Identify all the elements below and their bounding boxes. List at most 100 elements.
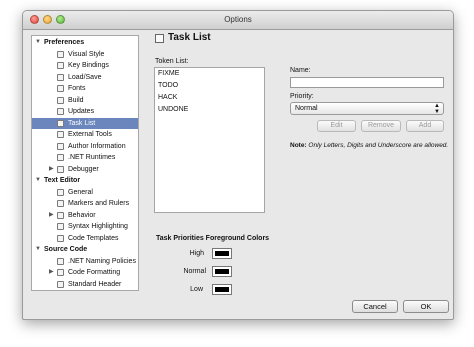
note-text: Note: Only Letters, Digits and Underscor…	[290, 142, 448, 149]
tree-row-label: Preferences	[44, 39, 85, 46]
author-information-icon	[57, 142, 64, 150]
panel-title: Task List	[168, 32, 211, 43]
cancel-button[interactable]: Cancel	[352, 300, 398, 313]
tree-item-updates[interactable]: Updates	[32, 106, 138, 117]
tree-row-label: .NET Naming Policies	[68, 257, 136, 265]
tree-row-label: Standard Header	[68, 280, 122, 288]
syntax-highlighting-icon	[57, 223, 64, 230]
tree-item-task-list[interactable]: Task List	[32, 117, 138, 129]
updates-icon	[57, 108, 64, 115]
tree-item-author-information[interactable]: Author Information	[32, 141, 138, 152]
tree-item-markers-and-rulers[interactable]: Markers and Rulers	[32, 198, 138, 209]
tree-item-visual-style[interactable]: Visual Style	[32, 49, 138, 60]
token-list-label: Token List:	[155, 58, 189, 65]
net-naming-policies-icon	[57, 257, 64, 265]
high-color-swatch[interactable]	[212, 248, 232, 259]
list-item[interactable]: TODO	[158, 82, 178, 89]
tree-item-standard-header[interactable]: Standard Header	[32, 279, 138, 290]
tree-item-key-bindings[interactable]: Key Bindings	[32, 60, 138, 71]
normal-color-swatch[interactable]	[212, 266, 232, 277]
high-color-fill	[215, 251, 229, 256]
external-tools-icon	[57, 131, 64, 138]
tree-row-label: Task List	[68, 119, 96, 127]
disclosure-open-icon[interactable]: ▼	[35, 175, 41, 186]
tree-item-net-runtimes[interactable]: .NET Runtimes	[32, 152, 138, 163]
tree-row-label: Behavior	[68, 211, 96, 219]
tree-item-behavior[interactable]: ▶ Behavior	[32, 210, 138, 221]
fonts-icon	[57, 85, 64, 92]
disclosure-closed-icon[interactable]: ▶	[49, 210, 54, 221]
low-color-swatch[interactable]	[212, 284, 232, 295]
tree-row-label: Updates	[68, 108, 95, 115]
name-label: Name:	[290, 67, 311, 74]
debugger-icon	[57, 165, 64, 173]
tree-row-label: Syntax Highlighting	[68, 223, 128, 230]
task-list-icon	[155, 34, 164, 43]
tree-category-source-code[interactable]: ▼ Source Code	[32, 244, 138, 255]
tree-item-load-save[interactable]: Load/Save	[32, 72, 138, 83]
low-label: Low	[190, 286, 203, 293]
tree-row-label: .NET Runtimes	[68, 154, 116, 161]
load-save-icon	[57, 73, 64, 81]
standard-header-icon	[57, 280, 64, 288]
tree-item-net-naming-policies[interactable]: .NET Naming Policies	[32, 256, 138, 267]
tree-row-label: General	[68, 188, 93, 196]
note-italic: Only Letters, Digits and Underscore are …	[306, 142, 449, 149]
general-icon	[57, 188, 64, 196]
disclosure-open-icon[interactable]: ▼	[35, 37, 41, 48]
tree-row-label: Code Templates	[68, 234, 119, 242]
options-window: Options ▼ Preferences Visual Style Key Bind…	[22, 10, 454, 320]
normal-label: Normal	[183, 268, 206, 275]
normal-color-fill	[215, 269, 229, 274]
window-title: Options	[224, 15, 252, 24]
tree-item-syntax-highlighting[interactable]: Syntax Highlighting	[32, 221, 138, 232]
tree-category-text-editor[interactable]: ▼ Text Editor	[32, 175, 138, 186]
code-formatting-icon	[57, 269, 64, 276]
tree-item-code-formatting[interactable]: ▶ Code Formatting	[32, 267, 138, 278]
disclosure-closed-icon[interactable]: ▶	[49, 164, 54, 175]
remove-button[interactable]: Remove	[361, 120, 401, 132]
options-tree: ▼ Preferences Visual Style Key Bindings Load…	[31, 35, 139, 291]
priority-select[interactable]: Normal ▲ ▼	[290, 102, 444, 115]
disclosure-open-icon[interactable]: ▼	[35, 244, 41, 255]
tree-item-debugger[interactable]: ▶ Debugger	[32, 164, 138, 175]
list-item[interactable]: UNDONE	[158, 106, 188, 113]
tree-category-preferences[interactable]: ▼ Preferences	[32, 37, 138, 48]
priority-select-value: Normal	[295, 105, 318, 112]
tree-item-code-templates[interactable]: Code Templates	[32, 233, 138, 244]
token-list[interactable]: FIXME TODO HACK UNDONE	[154, 67, 265, 213]
tree-row-label: Source Code	[44, 246, 88, 253]
tree-item-build[interactable]: Build	[32, 95, 138, 106]
tree-row-label: Debugger	[68, 165, 99, 173]
tree-item-external-tools[interactable]: External Tools	[32, 129, 138, 140]
code-templates-icon	[57, 234, 64, 242]
add-button[interactable]: Add	[406, 120, 444, 132]
tree-row-label: Author Information	[68, 142, 126, 150]
visual-style-icon	[57, 50, 64, 58]
ok-button[interactable]: OK	[403, 300, 449, 313]
tree-row-label: External Tools	[68, 131, 112, 138]
key-bindings-icon	[57, 62, 64, 69]
tree-row-label: Key Bindings	[68, 62, 109, 69]
build-icon	[57, 96, 64, 104]
tree-row-label: Visual Style	[68, 50, 105, 58]
high-label: High	[189, 250, 204, 257]
priority-label: Priority:	[290, 93, 314, 100]
tree-item-fonts[interactable]: Fonts	[32, 83, 138, 94]
name-field[interactable]	[290, 77, 444, 88]
edit-button[interactable]: Edit	[317, 120, 356, 132]
tree-row-label: Code Formatting	[68, 269, 121, 276]
title-bar: Options	[23, 11, 453, 30]
tree-row-label: Load/Save	[68, 73, 102, 81]
tree-row-label: Build	[68, 96, 84, 104]
tree-item-general[interactable]: General	[32, 187, 138, 198]
list-item[interactable]: HACK	[158, 94, 177, 101]
task-list-icon	[57, 119, 64, 127]
updown-arrows-icon: ▲ ▼	[434, 103, 440, 115]
net-runtimes-icon	[57, 154, 64, 161]
task-list-panel: Task List Token List: FIXME TODO HACK UN…	[149, 31, 448, 301]
behavior-icon	[57, 211, 64, 219]
disclosure-closed-icon[interactable]: ▶	[49, 267, 54, 278]
low-color-fill	[215, 287, 229, 292]
list-item[interactable]: FIXME	[158, 70, 179, 77]
